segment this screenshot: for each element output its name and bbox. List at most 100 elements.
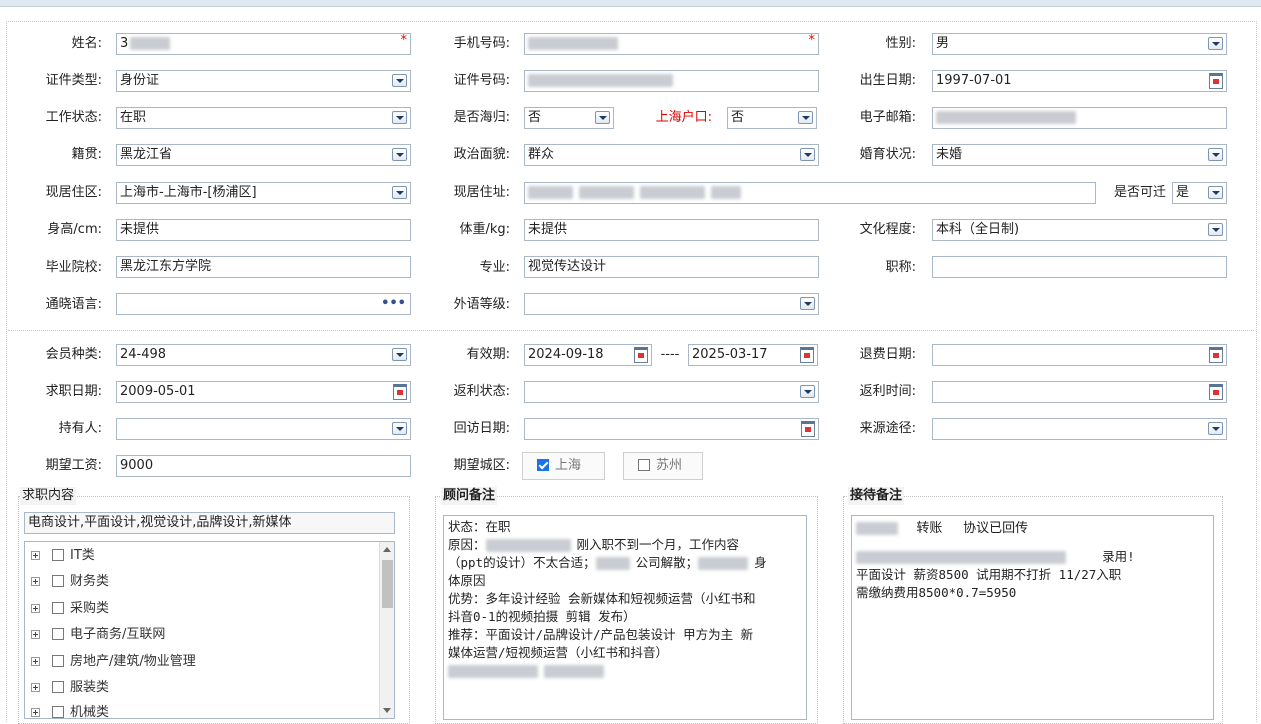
calendar-icon[interactable] (634, 347, 648, 363)
gender-select[interactable]: 男 (932, 33, 1227, 55)
chevron-down-icon[interactable] (392, 186, 407, 199)
scroll-thumb[interactable] (382, 560, 393, 608)
expand-icon[interactable] (31, 630, 40, 639)
checkbox-unchecked-icon[interactable] (52, 681, 64, 693)
expand-icon[interactable] (31, 708, 40, 717)
tree-node[interactable]: 房地产/建筑/物业管理 (31, 652, 196, 672)
job-content-summary[interactable]: 电商设计,平面设计,视觉设计,品牌设计,新媒体 (24, 512, 395, 534)
chevron-down-icon[interactable] (392, 148, 407, 161)
chevron-down-icon[interactable] (800, 297, 815, 310)
city-option-shanghai[interactable]: 上海 (522, 452, 605, 480)
native-place-select[interactable]: 黑龙江省 (116, 144, 411, 166)
phone-field[interactable]: * (524, 33, 819, 55)
city-option-suzhou[interactable]: 苏州 (623, 452, 703, 480)
weight-field[interactable]: 未提供 (524, 219, 819, 241)
rebate-status-select[interactable] (524, 381, 819, 403)
political-select[interactable]: 群众 (524, 144, 819, 166)
id-type-select[interactable]: 身份证 (116, 70, 411, 92)
tree-node[interactable]: 财务类 (31, 572, 109, 592)
required-star: * (400, 33, 408, 48)
note-line: 录用! (856, 548, 1209, 566)
chevron-down-icon[interactable] (392, 111, 407, 124)
expected-salary-field[interactable]: 9000 (116, 455, 411, 477)
checkbox-unchecked-icon[interactable] (52, 602, 64, 614)
refund-date-field[interactable] (932, 344, 1227, 366)
calendar-icon[interactable] (1209, 73, 1223, 89)
chevron-down-icon[interactable] (800, 385, 815, 398)
calendar-icon[interactable] (801, 421, 815, 437)
work-status-select[interactable]: 在职 (116, 107, 411, 129)
tree-node[interactable]: 采购类 (31, 599, 109, 619)
member-type-select[interactable]: 24-498 (116, 344, 411, 366)
checkbox-unchecked-icon[interactable] (52, 655, 64, 667)
languages-field[interactable]: ••• (116, 293, 411, 315)
chevron-down-icon[interactable] (595, 111, 610, 124)
chevron-down-icon[interactable] (1208, 148, 1223, 161)
tree-node[interactable]: IT类 (31, 546, 95, 566)
more-icon[interactable]: ••• (381, 294, 406, 314)
chevron-down-icon[interactable] (1208, 223, 1223, 236)
expand-icon[interactable] (31, 657, 40, 666)
title-label: 职称: (885, 260, 916, 275)
title-field[interactable] (932, 256, 1227, 278)
id-number-field[interactable] (524, 70, 819, 92)
rebate-time-field[interactable] (932, 381, 1227, 403)
tree-node-label: 服装类 (70, 680, 110, 695)
tree-node[interactable]: 机械类 (31, 703, 109, 718)
tree-scrollbar[interactable] (379, 542, 394, 718)
chevron-down-icon[interactable] (392, 74, 407, 87)
chevron-down-icon[interactable] (392, 348, 407, 361)
section-divider (8, 330, 1254, 331)
residence-area-select[interactable]: 上海市-上海市-[杨浦区] (116, 182, 411, 204)
holder-select[interactable] (116, 418, 411, 440)
calendar-icon[interactable] (800, 347, 814, 363)
name-field[interactable]: 3 * (116, 33, 411, 55)
expand-icon[interactable] (31, 577, 40, 586)
chevron-down-icon[interactable] (800, 148, 815, 161)
birth-date-label: 出生日期: (859, 73, 916, 88)
tree-node[interactable]: 电子商务/互联网 (31, 625, 165, 645)
foreign-level-select[interactable] (524, 293, 819, 315)
residence-address-field[interactable] (524, 182, 1096, 204)
checkbox-unchecked-icon[interactable] (52, 706, 64, 718)
relocatable-select[interactable]: 是 (1172, 182, 1227, 204)
checkbox-checked-icon[interactable] (537, 459, 549, 471)
hukou-select[interactable]: 否 (727, 107, 817, 129)
birth-date-field[interactable]: 1997-07-01 (932, 70, 1227, 92)
valid-end-field[interactable]: 2025-03-17 (688, 344, 818, 366)
chevron-down-icon[interactable] (1208, 186, 1223, 199)
job-seek-date-field[interactable]: 2009-05-01 (116, 381, 411, 403)
calendar-icon[interactable] (393, 384, 407, 400)
visit-date-field[interactable] (524, 418, 819, 440)
tree-node[interactable]: 服装类 (31, 678, 109, 698)
advisor-notes-textarea[interactable]: 状态：在职 原因： 刚入职不到一个月，工作内容 （ppt的设计）不太合适； 公司解散… (443, 515, 807, 720)
chevron-down-icon[interactable] (1208, 37, 1223, 50)
source-select[interactable] (932, 418, 1227, 440)
reception-notes-textarea[interactable]: 转账 协议已回传 录用! 平面设计 薪资8500 试用期不打折 11/27入职 … (851, 515, 1214, 720)
height-field[interactable]: 未提供 (116, 219, 411, 241)
checkbox-unchecked-icon[interactable] (638, 459, 650, 471)
checkbox-unchecked-icon[interactable] (52, 549, 64, 561)
calendar-icon[interactable] (1209, 347, 1223, 363)
rebate-status-label: 返利状态: (453, 384, 510, 399)
expand-icon[interactable] (31, 551, 40, 560)
relocatable-value: 是 (1176, 185, 1190, 200)
chevron-down-icon[interactable] (798, 111, 813, 124)
expand-icon[interactable] (31, 604, 40, 613)
school-field[interactable]: 黑龙江东方学院 (116, 256, 411, 278)
email-field[interactable] (932, 107, 1227, 129)
education-select[interactable]: 本科（全日制) (932, 219, 1227, 241)
overseas-select[interactable]: 否 (524, 107, 614, 129)
calendar-icon[interactable] (1209, 384, 1223, 400)
valid-start-field[interactable]: 2024-09-18 (524, 344, 652, 366)
chevron-down-icon[interactable] (1208, 422, 1223, 435)
scroll-down-icon[interactable] (383, 708, 391, 713)
major-field[interactable]: 视觉传达设计 (524, 256, 819, 278)
chevron-down-icon[interactable] (392, 422, 407, 435)
expand-icon[interactable] (31, 683, 40, 692)
marital-select[interactable]: 未婚 (932, 144, 1227, 166)
checkbox-unchecked-icon[interactable] (52, 575, 64, 587)
checkbox-unchecked-icon[interactable] (52, 628, 64, 640)
scroll-up-icon[interactable] (383, 547, 391, 552)
advisor-notes-title: 顾问备注 (441, 487, 498, 505)
